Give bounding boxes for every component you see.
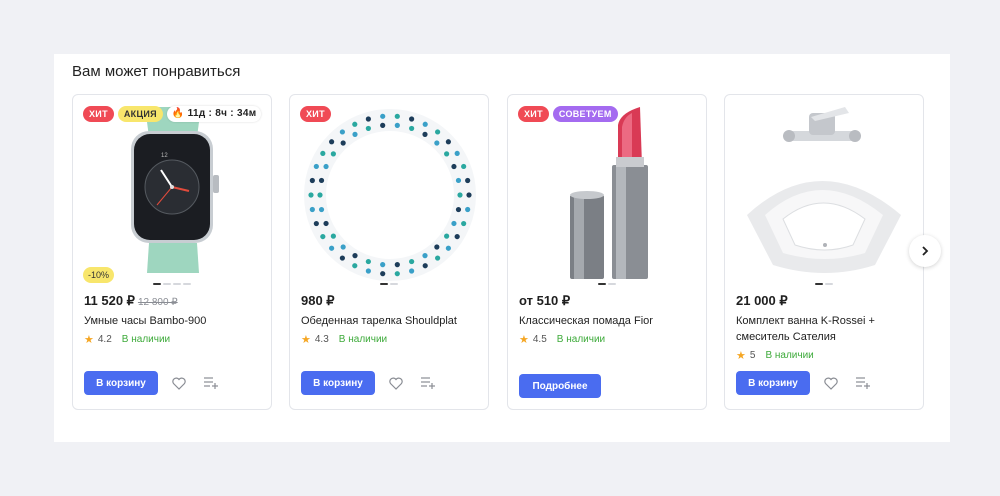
- fire-icon: 🔥: [171, 108, 185, 119]
- rating-stock: ★ 5 В наличии: [736, 349, 814, 362]
- price: 11 520 ₽12 800 ₽: [84, 293, 178, 308]
- product-image[interactable]: [725, 95, 923, 285]
- product-card[interactable]: ХИТ СОВЕТУЕМ от 510 ₽ Классическая помад…: [507, 94, 707, 410]
- product-name[interactable]: Обеденная тарелка Shouldplat: [301, 313, 481, 329]
- favorite-heart-icon[interactable]: [823, 375, 839, 391]
- image-pager[interactable]: [508, 283, 706, 285]
- discount-badge: -10%: [83, 267, 115, 283]
- add-to-cart-button[interactable]: В корзину: [301, 371, 375, 395]
- details-button[interactable]: Подробнее: [519, 374, 601, 398]
- stock-status: В наличии: [338, 334, 388, 345]
- stock-status: В наличии: [765, 350, 814, 361]
- product-image[interactable]: 12: [73, 95, 271, 285]
- image-pager[interactable]: [725, 283, 923, 285]
- compare-list-icon[interactable]: [420, 375, 436, 391]
- product-name[interactable]: Умные часы Bambo-900: [84, 313, 264, 329]
- rating-stock: ★ 4.5 В наличии: [519, 333, 605, 346]
- rating-value: 5: [749, 350, 756, 361]
- rating-stock: ★ 4.3 В наличии: [301, 333, 387, 346]
- old-price: 12 800 ₽: [137, 297, 178, 308]
- add-to-cart-button[interactable]: В корзину: [736, 371, 810, 395]
- product-card[interactable]: ХИТ 980 ₽ Обеденная тарелка Shouldplat ★…: [289, 94, 489, 410]
- image-pager[interactable]: [290, 283, 488, 285]
- star-icon: ★: [519, 334, 529, 346]
- star-icon: ★: [84, 334, 94, 346]
- rating-value: 4.3: [314, 334, 329, 345]
- rating-stock: ★ 4.2 В наличии: [84, 333, 170, 346]
- product-name[interactable]: Классическая помада Fior: [519, 313, 699, 329]
- add-to-cart-button[interactable]: В корзину: [84, 371, 158, 395]
- star-icon: ★: [736, 350, 746, 362]
- promo-badge: АКЦИЯ: [117, 106, 163, 122]
- product-card[interactable]: 21 000 ₽ Комплект ванна K-Rossei + смеси…: [724, 94, 924, 410]
- product-image[interactable]: [290, 95, 488, 285]
- price: 21 000 ₽: [736, 293, 788, 308]
- favorite-heart-icon[interactable]: [171, 375, 187, 391]
- recommend-badge: СОВЕТУЕМ: [552, 106, 618, 122]
- carousel-next-button[interactable]: [909, 235, 941, 267]
- hit-badge: ХИТ: [300, 106, 331, 122]
- compare-list-icon[interactable]: [855, 375, 871, 391]
- stock-status: В наличии: [121, 334, 171, 345]
- hit-badge: ХИТ: [83, 106, 114, 122]
- product-image[interactable]: [508, 95, 706, 285]
- rating-value: 4.5: [532, 334, 547, 345]
- compare-list-icon[interactable]: [203, 375, 219, 391]
- price: 980 ₽: [301, 293, 335, 308]
- stock-status: В наличии: [556, 334, 606, 345]
- product-card[interactable]: 12 ХИТ АКЦИЯ 🔥 11д : 8ч : 34м -10% 11 520…: [72, 94, 272, 410]
- price: от 510 ₽: [519, 293, 571, 308]
- image-pager[interactable]: [73, 283, 271, 285]
- rating-value: 4.2: [97, 334, 112, 345]
- favorite-heart-icon[interactable]: [388, 375, 404, 391]
- star-icon: ★: [301, 334, 311, 346]
- svg-text:12: 12: [161, 153, 168, 159]
- section-title: Вам может понравиться: [72, 63, 241, 80]
- product-name[interactable]: Комплект ванна K-Rossei + смеситель Сате…: [736, 313, 916, 345]
- chevron-right-icon: [922, 246, 929, 256]
- hit-badge: ХИТ: [518, 106, 549, 122]
- promo-timer: 🔥 11д : 8ч : 34м: [166, 106, 262, 122]
